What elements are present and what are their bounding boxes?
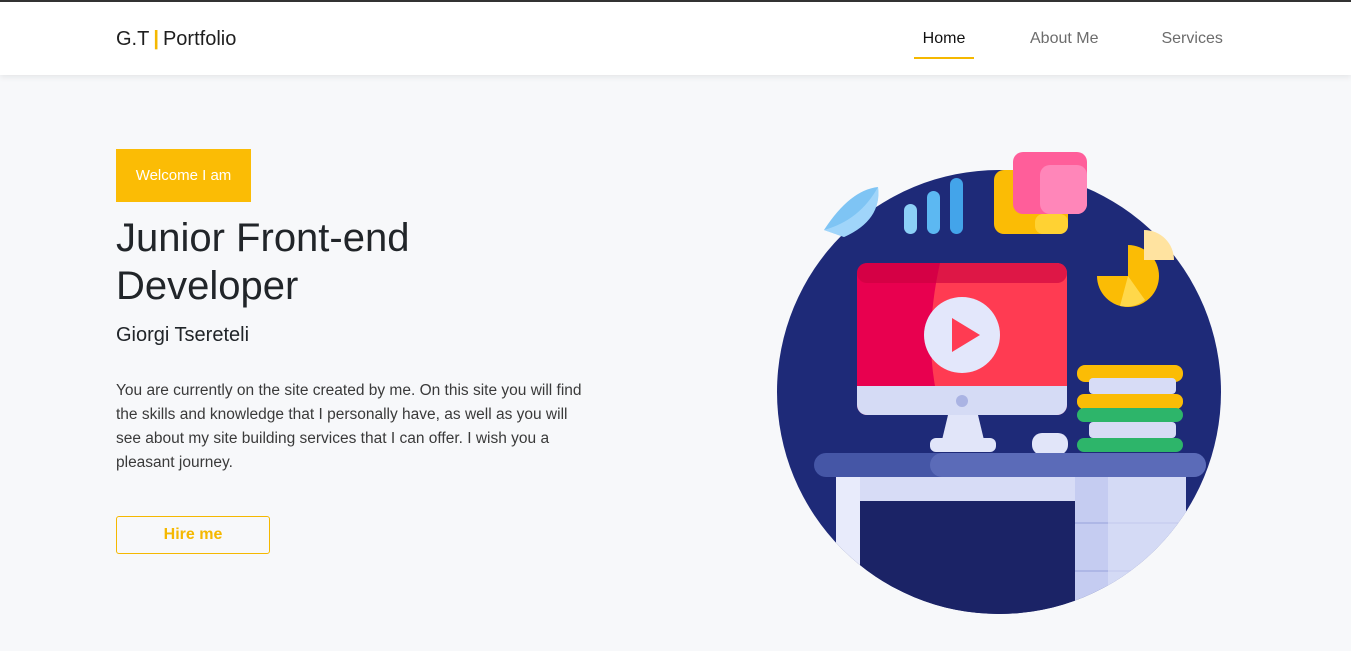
nav-link-home[interactable]: Home — [914, 2, 974, 75]
play-icon — [924, 297, 1000, 373]
desk-icon — [814, 453, 1206, 614]
nav-link-services[interactable]: Services — [1161, 2, 1222, 75]
brand-logo[interactable]: G.T | Portfolio — [116, 28, 236, 51]
brand-initials: G.T — [116, 28, 150, 50]
hire-me-button[interactable]: Hire me — [116, 516, 270, 554]
nav-menu: Home About Me Services — [914, 2, 1223, 75]
brand-name: Portfolio — [162, 28, 237, 50]
navbar: G.T | Portfolio Home About Me Services — [0, 2, 1351, 75]
brand-separator: | — [153, 28, 159, 50]
nav-link-about-me[interactable]: About Me — [1030, 2, 1098, 75]
developer-desk-illustration — [777, 152, 1221, 614]
books-icon — [1077, 365, 1183, 452]
hero-name: Giorgi Tsereteli — [116, 324, 250, 346]
hero-description: You are currently on the site created by… — [116, 382, 582, 471]
mouse-icon — [1032, 433, 1068, 455]
hero-title: Junior Front-end Developer — [116, 216, 410, 308]
welcome-badge: Welcome I am — [116, 149, 251, 202]
